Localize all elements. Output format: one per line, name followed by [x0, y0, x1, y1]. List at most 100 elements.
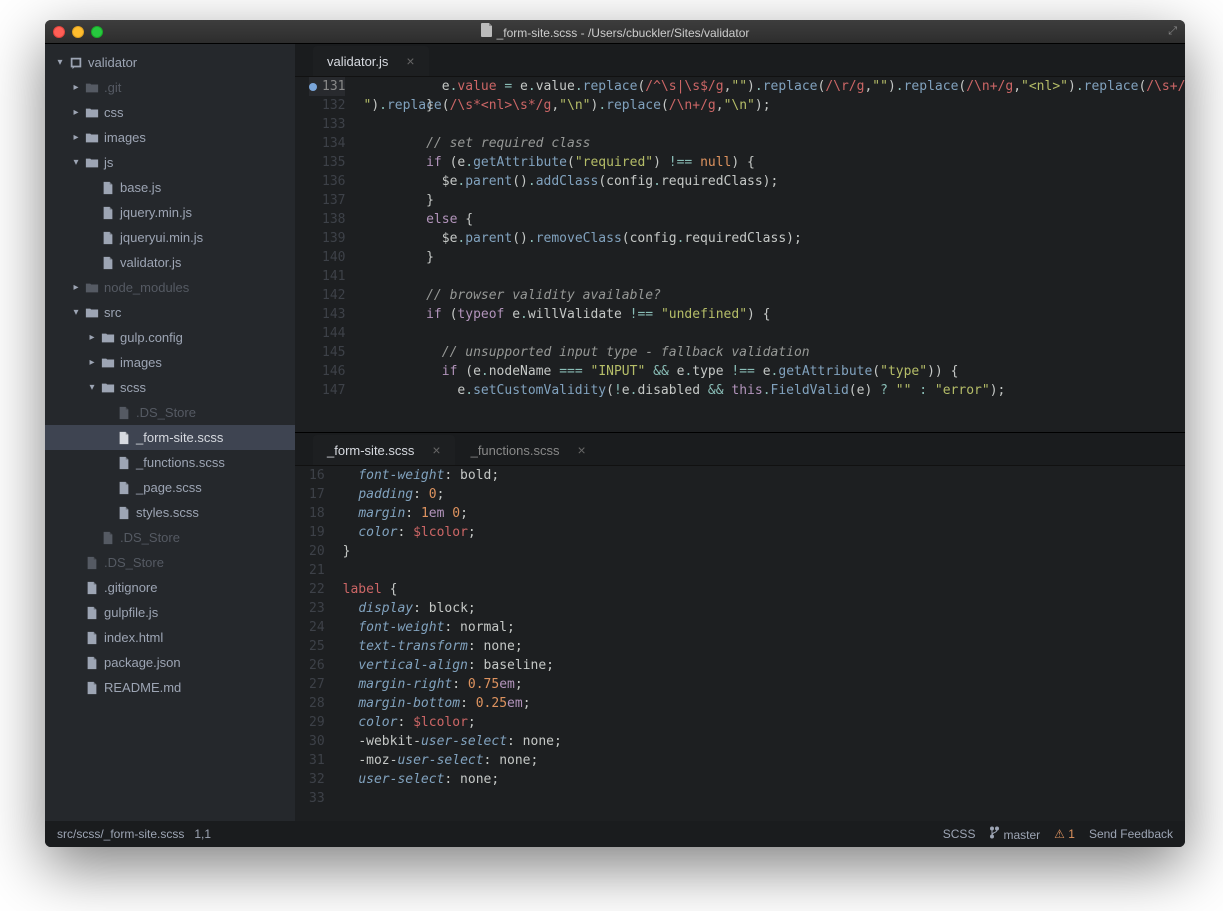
- disclosure-triangle-icon[interactable]: ▸: [69, 82, 83, 93]
- sidebar[interactable]: ▾validator▸.git▸css▸images▾jsbase.jsjque…: [45, 44, 295, 821]
- tree-item--git[interactable]: ▸.git: [45, 75, 295, 100]
- tree-item--gitignore[interactable]: .gitignore: [45, 575, 295, 600]
- code-line[interactable]: user-select: none;: [343, 770, 1185, 789]
- code-line[interactable]: // set required class: [363, 134, 1185, 153]
- line-number[interactable]: 25: [309, 637, 325, 656]
- titlebar[interactable]: _form-site.scss - /Users/cbuckler/Sites/…: [45, 20, 1185, 44]
- line-number[interactable]: 133: [309, 115, 345, 134]
- line-number[interactable]: 147: [309, 381, 345, 400]
- close-tab-icon[interactable]: ×: [577, 442, 585, 458]
- line-number[interactable]: 144: [309, 324, 345, 343]
- code-line[interactable]: }: [363, 248, 1185, 267]
- code-line[interactable]: [363, 115, 1185, 134]
- line-number[interactable]: 20: [309, 542, 325, 561]
- tree-item-src[interactable]: ▾src: [45, 300, 295, 325]
- tree-item-validator[interactable]: ▾validator: [45, 50, 295, 75]
- code-line[interactable]: -moz-user-select: none;: [343, 751, 1185, 770]
- code-line[interactable]: margin-bottom: 0.25em;: [343, 694, 1185, 713]
- line-number[interactable]: 131: [309, 77, 345, 96]
- tree-item--ds-store[interactable]: .DS_Store: [45, 550, 295, 575]
- status-language[interactable]: SCSS: [943, 827, 976, 841]
- line-number[interactable]: 22: [309, 580, 325, 599]
- code-line[interactable]: -webkit-user-select: none;: [343, 732, 1185, 751]
- code-line[interactable]: $e.parent().addClass(config.requiredClas…: [363, 172, 1185, 191]
- tree-item-node-modules[interactable]: ▸node_modules: [45, 275, 295, 300]
- disclosure-triangle-icon[interactable]: ▸: [69, 107, 83, 118]
- zoom-window-button[interactable]: [91, 26, 103, 38]
- code-line[interactable]: vertical-align: baseline;: [343, 656, 1185, 675]
- code-line[interactable]: text-transform: none;: [343, 637, 1185, 656]
- tree-item--functions-scss[interactable]: _functions.scss: [45, 450, 295, 475]
- line-number[interactable]: 139: [309, 229, 345, 248]
- code-line[interactable]: color: $lcolor;: [343, 713, 1185, 732]
- line-number[interactable]: 140: [309, 248, 345, 267]
- tree-item--ds-store[interactable]: .DS_Store: [45, 400, 295, 425]
- line-number[interactable]: 28: [309, 694, 325, 713]
- disclosure-triangle-icon[interactable]: ▾: [53, 57, 67, 68]
- line-number[interactable]: 136: [309, 172, 345, 191]
- code-line[interactable]: label {: [343, 580, 1185, 599]
- tree-item-jquery-min-js[interactable]: jquery.min.js: [45, 200, 295, 225]
- line-number[interactable]: 24: [309, 618, 325, 637]
- tree-item-package-json[interactable]: package.json: [45, 650, 295, 675]
- code-line[interactable]: e.setCustomValidity(!e.disabled && this.…: [363, 381, 1185, 400]
- status-branch[interactable]: master: [989, 826, 1040, 842]
- line-number[interactable]: 33: [309, 789, 325, 808]
- close-tab-icon[interactable]: ×: [432, 442, 440, 458]
- tree-item-js[interactable]: ▾js: [45, 150, 295, 175]
- tab-validator-js[interactable]: validator.js×: [313, 46, 429, 76]
- close-tab-icon[interactable]: ×: [406, 53, 414, 69]
- top-editor[interactable]: 1311321331341351361371381391401411421431…: [295, 77, 1185, 432]
- line-number[interactable]: 18: [309, 504, 325, 523]
- line-number[interactable]: 145: [309, 343, 345, 362]
- line-number[interactable]: 16: [309, 466, 325, 485]
- minimize-window-button[interactable]: [72, 26, 84, 38]
- tree-item--form-site-scss[interactable]: _form-site.scss: [45, 425, 295, 450]
- tree-item-index-html[interactable]: index.html: [45, 625, 295, 650]
- line-number[interactable]: 146: [309, 362, 345, 381]
- line-number[interactable]: 32: [309, 770, 325, 789]
- code-line[interactable]: // unsupported input type - fallback val…: [363, 343, 1185, 362]
- code-line[interactable]: if (typeof e.willValidate !== "undefined…: [363, 305, 1185, 324]
- line-number[interactable]: 19: [309, 523, 325, 542]
- tree-item-styles-scss[interactable]: styles.scss: [45, 500, 295, 525]
- disclosure-triangle-icon[interactable]: ▾: [85, 382, 99, 393]
- line-number[interactable]: 135: [309, 153, 345, 172]
- code-line[interactable]: [363, 324, 1185, 343]
- line-number[interactable]: 23: [309, 599, 325, 618]
- status-warning[interactable]: ⚠ 1: [1054, 827, 1075, 841]
- tree-item-readme-md[interactable]: README.md: [45, 675, 295, 700]
- tree-item--ds-store[interactable]: .DS_Store: [45, 525, 295, 550]
- line-number[interactable]: 134: [309, 134, 345, 153]
- code-line[interactable]: // browser validity available?: [363, 286, 1185, 305]
- tree-item-validator-js[interactable]: validator.js: [45, 250, 295, 275]
- code-line[interactable]: }: [363, 191, 1185, 210]
- code-line[interactable]: if (e.nodeName === "INPUT" && e.type !==…: [363, 362, 1185, 381]
- disclosure-triangle-icon[interactable]: ▸: [69, 282, 83, 293]
- tab--form-site-scss[interactable]: _form-site.scss×: [313, 435, 455, 465]
- disclosure-triangle-icon[interactable]: ▸: [85, 357, 99, 368]
- line-number[interactable]: 142: [309, 286, 345, 305]
- tree-item-base-js[interactable]: base.js: [45, 175, 295, 200]
- line-number[interactable]: 21: [309, 561, 325, 580]
- line-number[interactable]: 17: [309, 485, 325, 504]
- code-line[interactable]: margin: 1em 0;: [343, 504, 1185, 523]
- code-line[interactable]: display: block;: [343, 599, 1185, 618]
- line-number[interactable]: 137: [309, 191, 345, 210]
- bottom-editor[interactable]: 161718192021222324252627282930313233 fon…: [295, 466, 1185, 821]
- tree-item-gulpfile-js[interactable]: gulpfile.js: [45, 600, 295, 625]
- line-number[interactable]: 143: [309, 305, 345, 324]
- tree-item--page-scss[interactable]: _page.scss: [45, 475, 295, 500]
- code-line[interactable]: margin-right: 0.75em;: [343, 675, 1185, 694]
- bottom-code[interactable]: font-weight: bold; padding: 0; margin: 1…: [335, 466, 1185, 821]
- tree-item-gulp-config[interactable]: ▸gulp.config: [45, 325, 295, 350]
- disclosure-triangle-icon[interactable]: ▸: [85, 332, 99, 343]
- code-line[interactable]: font-weight: bold;: [343, 466, 1185, 485]
- tree-item-css[interactable]: ▸css: [45, 100, 295, 125]
- code-line[interactable]: e.value = e.value.replace(/^\s|\s$/g,"")…: [363, 77, 1185, 96]
- code-line[interactable]: padding: 0;: [343, 485, 1185, 504]
- line-number[interactable]: 30: [309, 732, 325, 751]
- code-line[interactable]: else {: [363, 210, 1185, 229]
- tree-item-images[interactable]: ▸images: [45, 125, 295, 150]
- code-line[interactable]: if (e.getAttribute("required") !== null)…: [363, 153, 1185, 172]
